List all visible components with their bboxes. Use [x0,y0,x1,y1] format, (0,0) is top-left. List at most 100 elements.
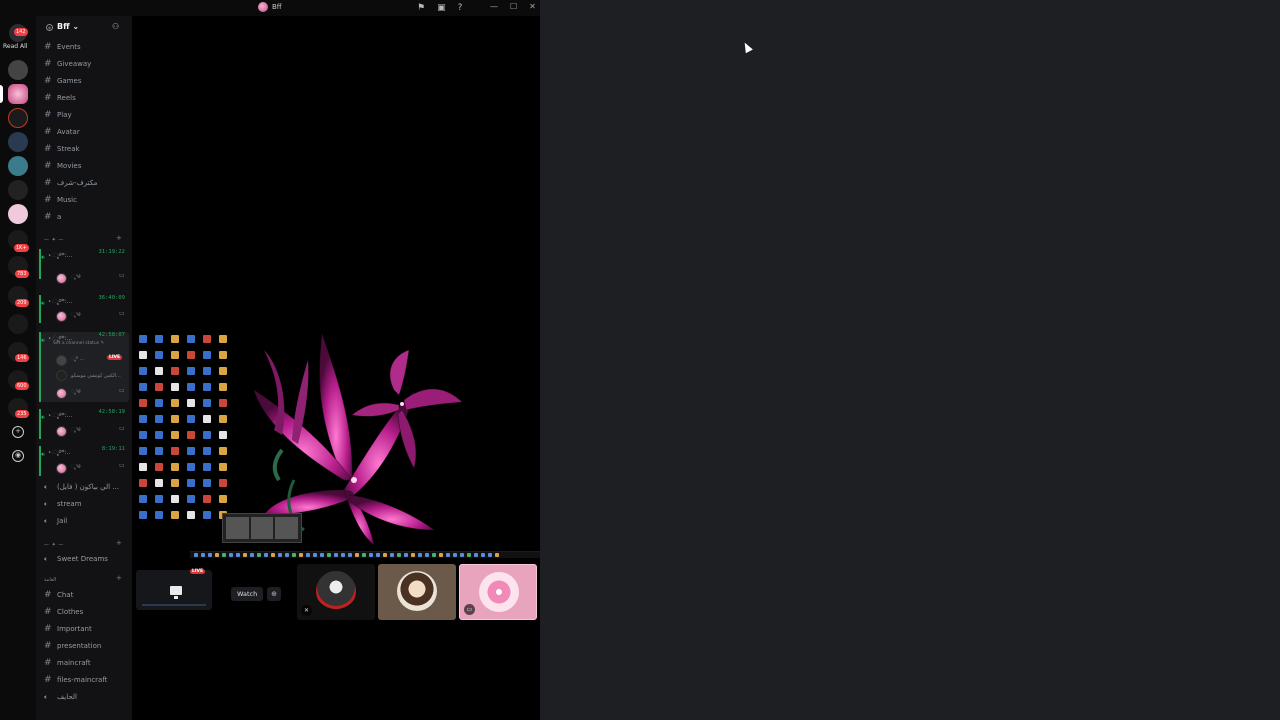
category-header[interactable]: — ✦ — [44,237,64,243]
channel-chat[interactable]: # Chat [44,589,73,601]
voice-channel[interactable]: 🔊︎ ⋆.ೃ࿔*:... 36:40:09 ೃ༄ ▭ [41,295,129,325]
hash-icon: # [44,110,52,120]
voice-channel-stream[interactable]: 🔈︎ stream [44,498,82,510]
voice-channel[interactable]: 🔊︎ ⋆.ೃ࿔*:.. 8:19:11 ೃ༄ ▭ [41,446,129,476]
channel-presentation[interactable]: # presentation [44,640,101,652]
voice-timer: 42:58:07 [98,332,126,338]
voice-member[interactable]: ೃ༄ [56,424,81,438]
selected-indicator [0,85,3,103]
voice-member[interactable]: ೃ༄ [56,461,81,475]
server-badge: 209 [15,299,29,307]
voice-member[interactable]: ೃ༄ [56,386,81,400]
member-name: ೃ༄ [71,312,81,318]
watch-button[interactable]: Watch [231,587,264,601]
voice-member[interactable]: ೃ࿔ ... [56,353,84,367]
channel-events[interactable]: # Events [44,41,81,53]
maximize-button[interactable]: ☐ [510,2,517,11]
channel-games[interactable]: # Games [44,75,82,87]
connected-line [39,332,41,402]
hash-icon: # [44,178,52,188]
avatar [56,272,67,284]
participant-tile-speaking[interactable]: ▭ [459,564,537,620]
channel-files-maincraft[interactable]: # files-maincraft [44,674,107,686]
member-name: ೃ༄ [71,464,81,470]
discover-icon[interactable]: ◉ [12,450,24,462]
create-channel-icon[interactable]: + [116,574,122,582]
avatar [56,354,67,366]
channel-reels[interactable]: # Reels [44,92,76,104]
category-header[interactable]: — ✦ — [44,542,64,548]
empty-background [540,0,1280,720]
stream-taskbar [190,551,540,558]
zoom-icon[interactable]: ⊕ [267,587,281,601]
server-name[interactable]: Bff ⌄ [57,22,79,31]
stream-preview-tile[interactable] [136,570,212,610]
invite-icon[interactable]: ⚇ [112,22,119,31]
channel-streak[interactable]: # Streak [44,143,80,155]
screen-share-icon[interactable]: ▣ [437,3,446,13]
participant-tile[interactable] [378,564,456,620]
live-badge: LIVE [190,569,206,574]
taskbar-preview [222,513,302,543]
read-all-button[interactable]: Read All [3,43,27,50]
minimize-button[interactable]: — [490,2,498,11]
channel-arabic[interactable]: # مكترف-شرف [44,177,97,189]
hash-icon: # [44,93,52,103]
home-badge: 142 [14,28,28,36]
channel-giveaway[interactable]: # Giveaway [44,58,91,70]
channel-music[interactable]: # Music [44,194,77,206]
member-name: الكس كوتشي موسكو... [71,372,121,379]
flag-icon[interactable]: ⚑ [417,3,425,13]
member-name: ೃ༄ [71,427,81,433]
boost-icon: ◈ [46,24,53,31]
hash-icon: # [44,607,52,617]
participant-tiles: LIVE Watch ⊕ ✕ ▭ [134,564,538,622]
create-channel-icon[interactable]: + [116,539,122,547]
voice-channel-active[interactable]: 🔊︎ ⋆.ೃ࿔*:... 42:58:07 Set a channel statu… [41,332,129,402]
voice-member[interactable]: ೃ༄ [56,271,81,285]
channel-a[interactable]: # a [44,211,61,223]
server-icon[interactable] [8,180,28,200]
screen-share-stream[interactable] [134,330,540,560]
voice-channel[interactable]: 🔊︎ ⋆.ೃ࿔*:... 42:58:19 ೃ༄ ▭ [41,409,129,439]
screen-share-icon: ▭ [119,425,125,432]
voice-channel-jail[interactable]: 🔈︎ Jail [44,515,67,527]
channel-clothes[interactable]: # Clothes [44,606,83,618]
server-badge: 783 [15,270,29,278]
close-button[interactable]: ✕ [529,2,536,11]
add-server-icon[interactable]: + [12,426,24,438]
server-badge: 146 [15,354,29,362]
voice-channel[interactable]: 🔊︎ ⋆.ೃ࿔*:... 31:19:22 ೃ༄ ▭ [41,249,129,287]
voice-member[interactable]: الكس كوتشي موسكو... [56,370,121,381]
desktop-icons [136,334,230,544]
server-icon[interactable] [8,156,28,176]
voice-timer: 8:19:11 [101,446,125,452]
participant-tile[interactable]: ✕ [297,564,375,620]
server-folder[interactable] [8,314,28,334]
channel-avatar[interactable]: # Avatar [44,126,80,138]
voice-channel-arabic[interactable]: 🔈︎ الحايف [44,691,77,703]
voice-channel-plain[interactable]: 🔈︎ (فايل ) الي بياكون ... [44,481,119,493]
help-icon[interactable]: ? [458,3,463,13]
server-icon[interactable] [8,204,28,224]
channel-maincraft[interactable]: # maincraft [44,657,91,669]
connected-line [39,409,41,439]
speaker-icon: 🔊︎ [41,413,45,421]
channel-status[interactable]: Set a channel status ✎ [53,341,104,346]
server-icon [258,2,268,12]
server-icon[interactable] [8,132,28,152]
voice-channel-sweet-dreams[interactable]: 🔈︎ Sweet Dreams [44,553,108,565]
server-badge: 600 [15,382,29,390]
channel-play[interactable]: # Play [44,109,72,121]
channel-movies[interactable]: # Movies [44,160,81,172]
server-icon[interactable] [8,60,28,80]
voice-member[interactable]: ೃ༄ [56,309,81,323]
screen-share-icon: ▭ [119,462,125,469]
server-icon-bff[interactable] [8,84,28,104]
channel-important[interactable]: # Important [44,623,92,635]
server-header[interactable]: ◈ Bff ⌄ ⚇ [36,16,132,38]
server-icon[interactable] [8,108,28,128]
monitor-icon [170,586,182,595]
create-channel-icon[interactable]: + [116,234,122,242]
category-header[interactable]: العامة [44,577,56,583]
